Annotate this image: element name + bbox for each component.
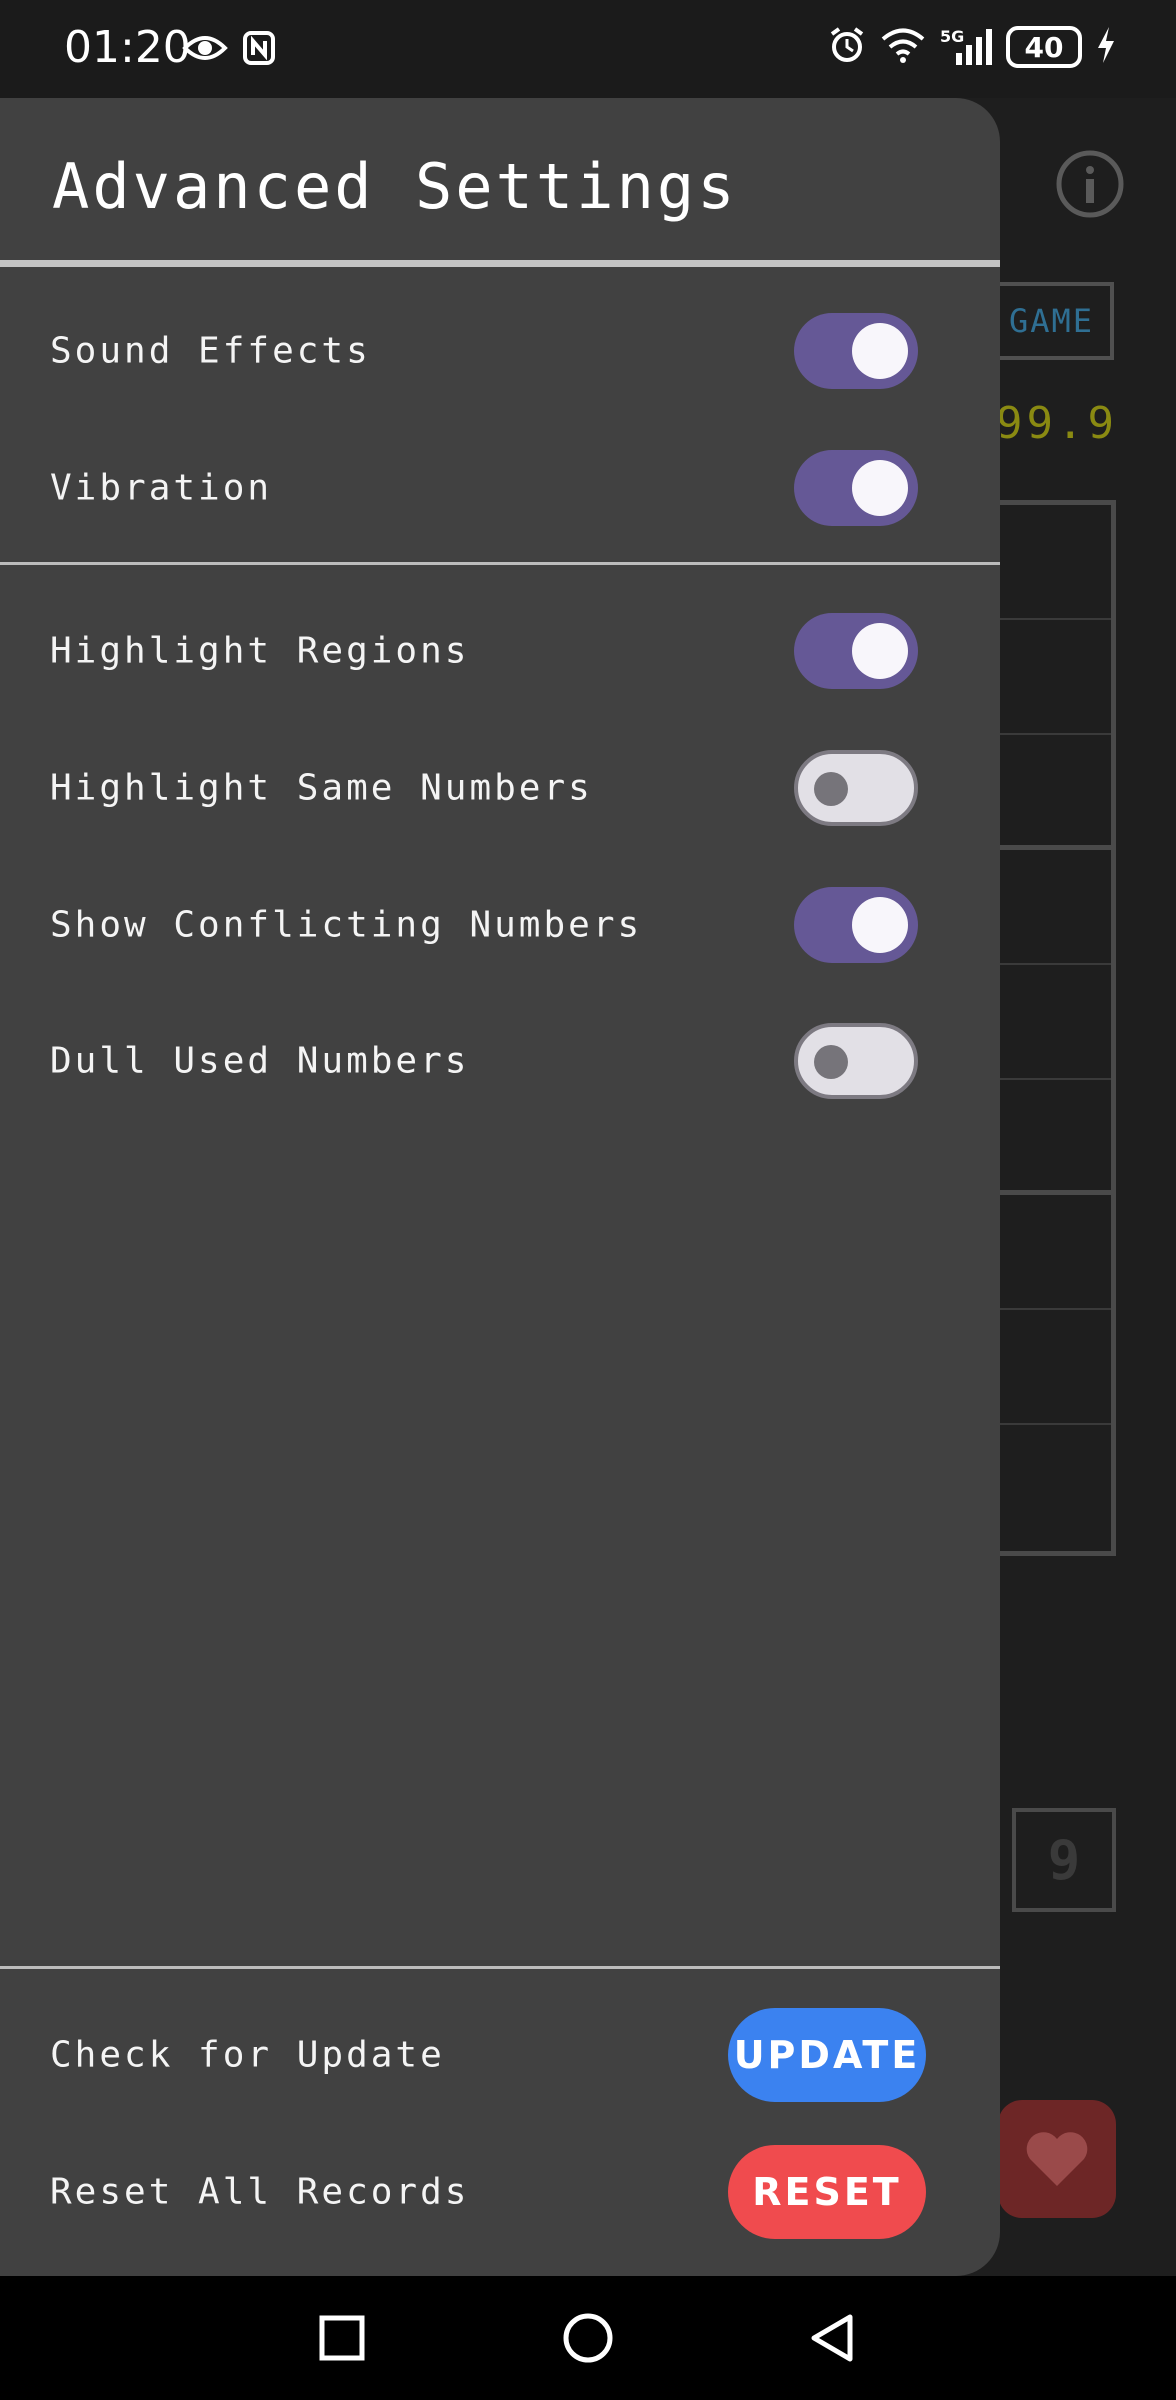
number-key[interactable]: 9 (1012, 1808, 1116, 1912)
toggle-knob (814, 772, 848, 806)
timer-display: 99.9 (996, 398, 1118, 449)
advanced-settings-drawer: Advanced Settings Sound Effects Vibratio… (0, 98, 1000, 2276)
setting-vibration[interactable]: Vibration (0, 433, 1000, 543)
navigation-bar (0, 2276, 1176, 2400)
heart-icon (1026, 2132, 1088, 2186)
circle-icon (563, 2313, 613, 2363)
home-button[interactable] (550, 2300, 626, 2376)
wifi-icon (880, 26, 926, 68)
show-conflicting-numbers-toggle[interactable] (794, 887, 918, 963)
setting-label: Reset All Records (50, 2171, 470, 2213)
eye-icon (182, 30, 228, 70)
status-left-icons (182, 30, 276, 70)
recents-button[interactable] (304, 2300, 380, 2376)
section-divider (0, 562, 1000, 565)
favorite-button[interactable] (998, 2100, 1116, 2218)
toggle-knob (852, 323, 908, 379)
reset-button[interactable]: RESET (728, 2145, 926, 2239)
sound-effects-toggle[interactable] (794, 313, 918, 389)
highlight-same-numbers-toggle[interactable] (794, 750, 918, 826)
back-button[interactable] (794, 2300, 870, 2376)
toggle-knob (814, 1045, 848, 1079)
square-icon (319, 2315, 365, 2361)
setting-highlight-same-numbers[interactable]: Highlight Same Numbers (0, 733, 1000, 843)
charging-icon (1096, 26, 1116, 68)
title-divider (0, 260, 1000, 267)
setting-reset-all-records: Reset All Records RESET (0, 2137, 1000, 2247)
toggle-knob (852, 460, 908, 516)
setting-dull-used-numbers[interactable]: Dull Used Numbers (0, 1006, 1000, 1116)
info-icon[interactable] (1054, 148, 1126, 224)
section-divider (0, 1966, 1000, 1969)
setting-label: Vibration (50, 467, 273, 509)
setting-label: Sound Effects (50, 330, 371, 372)
setting-highlight-regions[interactable]: Highlight Regions (0, 596, 1000, 706)
dull-used-numbers-toggle[interactable] (794, 1023, 918, 1099)
toggle-knob (852, 897, 908, 953)
status-bar: 01:20 5G 40 (0, 0, 1176, 98)
drawer-title: Advanced Settings (52, 150, 738, 223)
toggle-knob (852, 623, 908, 679)
setting-show-conflicting-numbers[interactable]: Show Conflicting Numbers (0, 870, 1000, 980)
setting-sound-effects[interactable]: Sound Effects (0, 296, 1000, 406)
setting-label: Highlight Regions (50, 630, 470, 672)
vibration-toggle[interactable] (794, 450, 918, 526)
setting-label: Show Conflicting Numbers (50, 904, 643, 946)
status-time: 01:20 (64, 22, 191, 73)
setting-label: Check for Update (50, 2034, 445, 2076)
update-button[interactable]: UPDATE (728, 2008, 926, 2102)
status-right-icons: 5G 40 (828, 26, 1116, 68)
setting-label: Dull Used Numbers (50, 1040, 470, 1082)
nfc-icon (242, 30, 276, 70)
back-triangle-icon (811, 2314, 853, 2362)
setting-label: Highlight Same Numbers (50, 767, 593, 809)
battery-indicator: 40 (1006, 26, 1082, 68)
alarm-icon (828, 26, 866, 68)
signal-icon: 5G (940, 27, 992, 67)
highlight-regions-toggle[interactable] (794, 613, 918, 689)
setting-check-for-update: Check for Update UPDATE (0, 2000, 1000, 2110)
